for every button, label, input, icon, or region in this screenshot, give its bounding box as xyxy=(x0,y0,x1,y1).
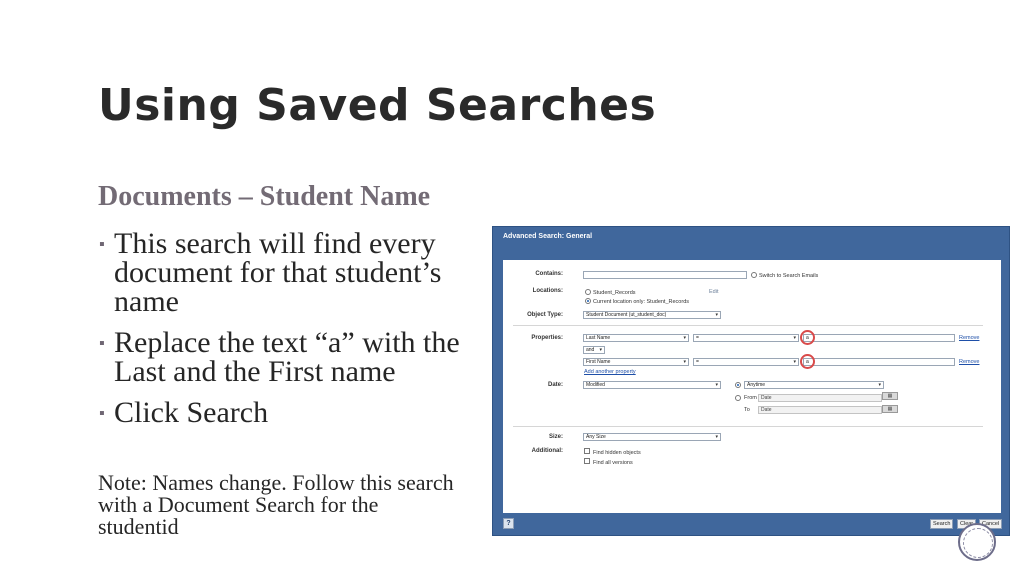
chevron-down-icon: ▾ xyxy=(683,359,686,365)
from-date-input[interactable]: Date xyxy=(758,394,882,402)
chevron-down-icon: ▾ xyxy=(715,382,718,388)
date-field-value: Modified xyxy=(586,382,605,388)
dialog-body: Contains: Switch to Search Emails Locati… xyxy=(503,260,1001,513)
chevron-down-icon: ▾ xyxy=(683,335,686,341)
highlight-circle xyxy=(800,354,815,369)
find-versions-checkbox[interactable] xyxy=(584,458,590,464)
date-anytime-value: Anytime xyxy=(747,382,766,388)
chevron-down-icon: ▾ xyxy=(878,382,881,388)
find-hidden-checkbox[interactable] xyxy=(584,448,590,454)
date-from-radio[interactable] xyxy=(735,395,741,401)
bullet-marker-icon: ▪ xyxy=(99,236,105,253)
from-label: From xyxy=(744,395,757,401)
bullet-marker-icon: ▪ xyxy=(99,405,105,422)
help-button[interactable]: ? xyxy=(503,518,514,529)
highlight-circle xyxy=(800,330,815,345)
dialog-title: Advanced Search: General xyxy=(503,233,593,240)
calendar-icon[interactable]: ▦ xyxy=(882,405,898,413)
location-option-1-label: Student_Records xyxy=(593,290,636,296)
search-button[interactable]: Search xyxy=(930,519,954,529)
property-2-field-value: First Name xyxy=(586,359,611,365)
contains-label: Contains: xyxy=(535,271,563,277)
bullet-item: ▪ Replace the text “a” with the Last and … xyxy=(98,326,478,388)
to-label: To xyxy=(744,407,750,413)
date-label: Date: xyxy=(547,382,563,388)
bullet-text: Replace the text “a” with the Last and t… xyxy=(114,326,460,388)
date-anytime-select[interactable]: Anytime ▾ xyxy=(744,381,884,389)
date-field-select[interactable]: Modified ▾ xyxy=(583,381,721,389)
bullet-item: ▪ This search will find every document fo… xyxy=(98,227,478,318)
property-1-operator-select[interactable]: = ▾ xyxy=(693,334,799,342)
conjunction-select[interactable]: and ▾ xyxy=(583,346,605,354)
property-1-operator-value: = xyxy=(696,335,699,341)
remove-property-2-link[interactable]: Remove xyxy=(959,359,979,365)
divider xyxy=(513,325,983,326)
to-date-input[interactable]: Date xyxy=(758,406,882,414)
bullet-list: ▪ This search will find every document fo… xyxy=(98,229,478,439)
chevron-down-icon: ▾ xyxy=(793,359,796,365)
property-1-field-value: Last Name xyxy=(586,335,611,341)
location-option-2-radio[interactable] xyxy=(585,298,591,304)
decorative-circle-icon xyxy=(958,523,996,561)
object-type-select[interactable]: Student Document (ut_student_doc) ▾ xyxy=(583,311,721,319)
contains-input[interactable] xyxy=(583,271,747,279)
additional-label: Additional: xyxy=(531,448,563,454)
property-1-value-input[interactable]: a xyxy=(803,334,955,342)
size-label: Size: xyxy=(548,434,563,440)
chevron-down-icon: ▾ xyxy=(793,335,796,341)
property-2-operator-select[interactable]: = ▾ xyxy=(693,358,799,366)
bullet-text: Click Search xyxy=(114,396,269,429)
find-hidden-label: Find hidden objects xyxy=(593,450,641,456)
properties-label: Properties: xyxy=(531,335,563,341)
find-versions-label: Find all versions xyxy=(593,460,633,466)
chevron-down-icon: ▾ xyxy=(715,312,718,318)
chevron-down-icon: ▾ xyxy=(715,434,718,440)
bullet-text: This search will find every document for… xyxy=(114,227,442,318)
property-1-field-select[interactable]: Last Name ▾ xyxy=(583,334,689,342)
property-2-field-select[interactable]: First Name ▾ xyxy=(583,358,689,366)
note-text: Note: Names change. Follow this search w… xyxy=(98,470,454,539)
location-option-1-radio[interactable] xyxy=(585,289,591,295)
conjunction-value: and xyxy=(586,347,595,353)
chevron-down-icon: ▾ xyxy=(599,347,602,353)
bullet-item: ▪ Click Search xyxy=(98,396,478,429)
size-select[interactable]: Any Size ▾ xyxy=(583,433,721,441)
object-type-label: Object Type: xyxy=(527,312,563,318)
date-anytime-radio[interactable] xyxy=(735,382,741,388)
switch-emails-radio[interactable] xyxy=(751,272,757,278)
switch-emails-label: Switch to Search Emails xyxy=(759,273,819,279)
object-type-value: Student Document (ut_student_doc) xyxy=(586,312,667,318)
size-value: Any Size xyxy=(586,434,606,440)
locations-label: Locations: xyxy=(532,288,563,294)
remove-property-1-link[interactable]: Remove xyxy=(959,335,979,341)
location-option-2-label: Current location only: Student_Records xyxy=(593,299,689,305)
bullet-marker-icon: ▪ xyxy=(99,335,105,352)
slide-subtitle: Documents – Student Name xyxy=(98,181,431,212)
slide-title: Using Saved Searches xyxy=(98,80,657,131)
property-2-operator-value: = xyxy=(696,359,699,365)
edit-link[interactable]: Edit xyxy=(709,289,718,295)
property-2-value-input[interactable]: a xyxy=(803,358,955,366)
divider xyxy=(513,426,983,427)
calendar-icon[interactable]: ▦ xyxy=(882,392,898,400)
advanced-search-dialog: Advanced Search: General Contains: Switc… xyxy=(492,226,1010,536)
add-property-link[interactable]: Add another property xyxy=(584,369,636,375)
